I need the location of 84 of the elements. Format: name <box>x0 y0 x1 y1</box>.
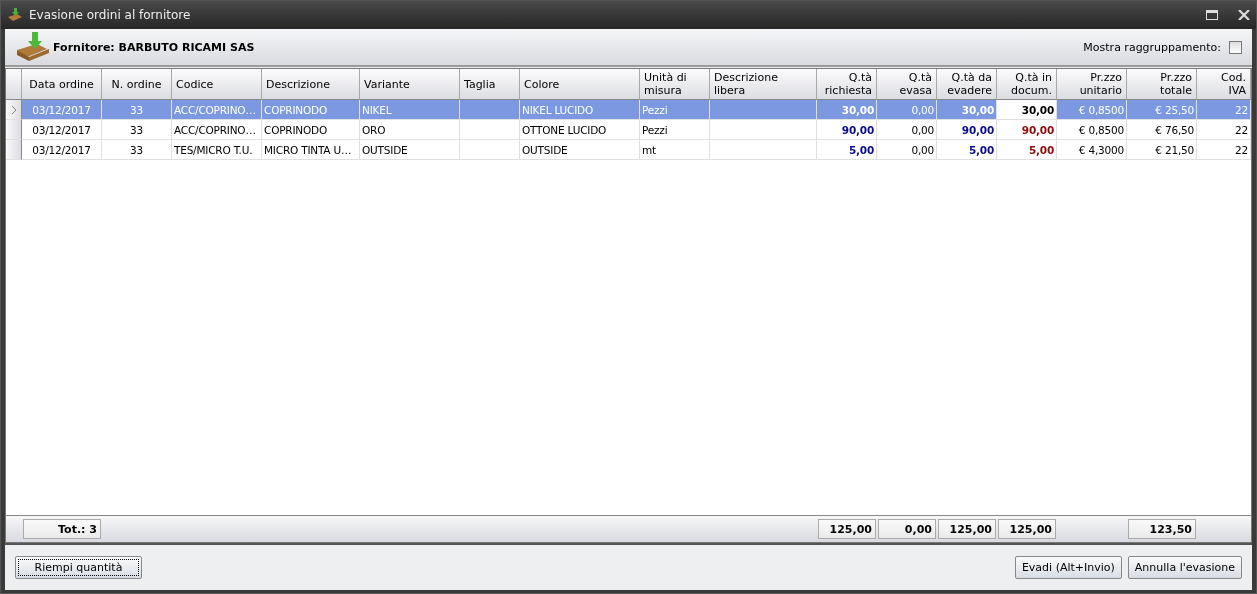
row-selector[interactable] <box>6 100 22 120</box>
table-cell: 03/12/2017 <box>22 140 102 160</box>
table-cell: Pezzi <box>640 100 710 120</box>
table-cell: 33 <box>102 100 172 120</box>
table-cell: 03/12/2017 <box>22 100 102 120</box>
table-cell <box>460 120 520 140</box>
column-header[interactable]: Pr.zzo totale <box>1127 69 1197 100</box>
row-pointer-icon <box>10 105 17 114</box>
table-cell: Pezzi <box>640 120 710 140</box>
table-cell: 0,00 <box>877 120 937 140</box>
table-cell: OTTONE LUCIDO <box>520 120 640 140</box>
table-row[interactable]: 03/12/2017 33 TES/MICRO T.U. MICRO TINTA U… OUTSIDE OUTSIDE mt 5,00 0,00 5,00 5,00 € 4,3000 € 21,50 22 <box>6 140 1251 160</box>
table-cell: 90,00 <box>997 120 1057 140</box>
table-cell: 30,00 <box>817 100 877 120</box>
window-title: Evasione ordini al fornitore <box>29 8 192 22</box>
total-field: 0,00 <box>878 519 936 539</box>
column-header[interactable]: Taglia <box>460 69 520 100</box>
table-cell: 5,00 <box>937 140 997 160</box>
row-selector[interactable] <box>6 140 22 160</box>
table-cell: 03/12/2017 <box>22 120 102 140</box>
row-selector[interactable] <box>6 120 22 140</box>
table-cell: € 21,50 <box>1127 140 1197 160</box>
table-row[interactable]: 03/12/2017 33 ACC/COPRINO… COPRINODO NIKEL NIKEL LUCIDO Pezzi 30,00 0,00 30,00 30,00 € 0,8500 € 25,50 22 <box>6 100 1251 120</box>
table-cell: 30,00 <box>997 100 1057 120</box>
table-cell: OUTSIDE <box>520 140 640 160</box>
column-header[interactable]: Q.tà evasa <box>877 69 937 100</box>
table-cell: 0,00 <box>877 140 937 160</box>
maximize-icon[interactable] <box>1206 10 1218 20</box>
table-cell: COPRINODO <box>262 100 360 120</box>
grouping-checkbox[interactable] <box>1229 40 1242 54</box>
total-field: Tot.: 3 <box>23 519 101 539</box>
table-cell: NIKEL LUCIDO <box>520 100 640 120</box>
total-field: 125,00 <box>998 519 1056 539</box>
column-header[interactable]: N. ordine <box>102 69 172 100</box>
table-cell: MICRO TINTA U… <box>262 140 360 160</box>
table-cell: € 4,3000 <box>1057 140 1127 160</box>
table-cell: 22 <box>1197 120 1251 140</box>
column-header[interactable]: Cod. IVA <box>1197 69 1251 100</box>
table-cell: 22 <box>1197 100 1251 120</box>
column-header[interactable]: Pr.zzo unitario <box>1057 69 1127 100</box>
fill-quantity-button[interactable]: Riempi quantità <box>15 556 142 579</box>
grouping-label: Mostra raggruppamento: <box>1083 40 1221 54</box>
table-cell: € 0,8500 <box>1057 120 1127 140</box>
table-cell: 5,00 <box>997 140 1057 160</box>
column-header[interactable]: Codice <box>172 69 262 100</box>
action-button[interactable]: Evadi (Alt+Invio) <box>1014 556 1122 579</box>
supplier-label: Fornitore: BARBUTO RICAMI SAS <box>53 40 256 54</box>
column-header[interactable]: Unità di misura <box>640 69 710 100</box>
table-cell: TES/MICRO T.U. <box>172 140 262 160</box>
table-cell: OUTSIDE <box>360 140 460 160</box>
table-row[interactable]: 03/12/2017 33 ACC/COPRINO… COPRINODO ORO OTTONE LUCIDO Pezzi 90,00 0,00 90,00 90,00 € 0,8500 € 76,50 22 <box>6 120 1251 140</box>
column-header[interactable]: Data ordine <box>22 69 102 100</box>
total-field: 125,00 <box>818 519 876 539</box>
table-cell: 90,00 <box>937 120 997 140</box>
table-cell: ACC/COPRINO… <box>172 100 262 120</box>
column-header[interactable]: Descrizione <box>262 69 360 100</box>
action-button[interactable]: Annulla l'evasione <box>1127 556 1242 579</box>
column-header[interactable]: Q.tà da evadere <box>937 69 997 100</box>
tray-download-icon <box>15 32 49 62</box>
header-corner <box>6 69 22 100</box>
close-icon[interactable] <box>1238 10 1250 20</box>
column-header[interactable]: Q.tà richiesta <box>817 69 877 100</box>
table-cell: 0,00 <box>877 100 937 120</box>
table-cell: 33 <box>102 120 172 140</box>
total-field: 123,50 <box>1128 519 1196 539</box>
table-cell: € 25,50 <box>1127 100 1197 120</box>
app-icon <box>7 7 23 23</box>
table-cell: ACC/COPRINO… <box>172 120 262 140</box>
column-header[interactable]: Descrizione libera <box>710 69 817 100</box>
table-cell: mt <box>640 140 710 160</box>
table-cell: NIKEL <box>360 100 460 120</box>
column-header[interactable]: Colore <box>520 69 640 100</box>
table-cell: 22 <box>1197 140 1251 160</box>
table-cell: 90,00 <box>817 120 877 140</box>
column-header[interactable]: Q.tà in docum. <box>997 69 1057 100</box>
total-field: 125,00 <box>938 519 996 539</box>
table-cell: € 76,50 <box>1127 120 1197 140</box>
table-cell: COPRINODO <box>262 120 360 140</box>
table-cell: 5,00 <box>817 140 877 160</box>
table-cell: 33 <box>102 140 172 160</box>
table-cell: ORO <box>360 120 460 140</box>
table-cell: € 0,8500 <box>1057 100 1127 120</box>
table-cell <box>460 140 520 160</box>
column-header[interactable]: Variante <box>360 69 460 100</box>
